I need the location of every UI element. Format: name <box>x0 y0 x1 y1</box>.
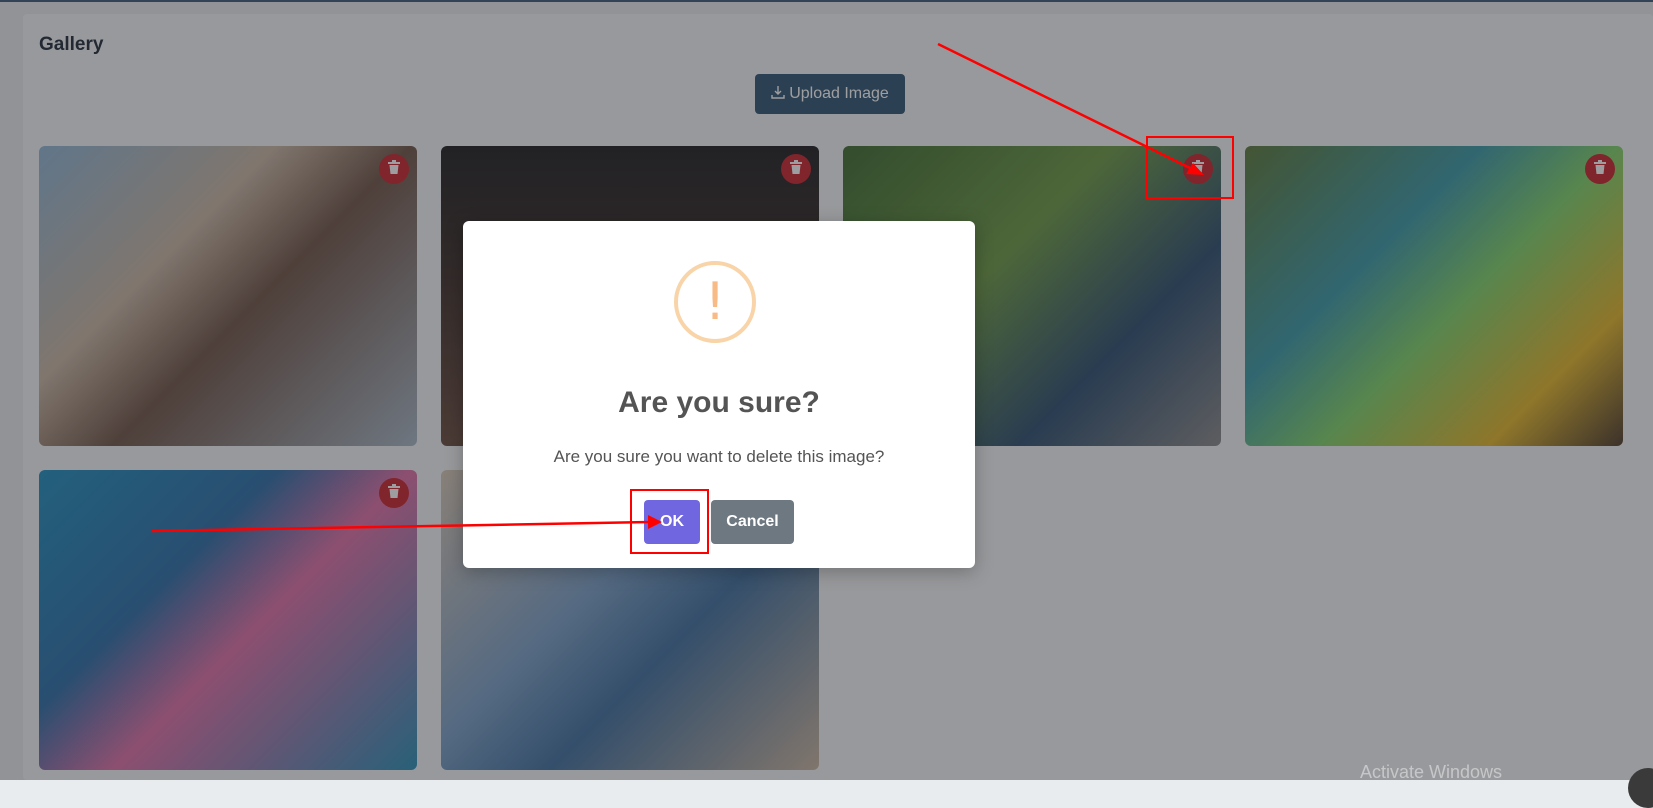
annotation-arrowhead-delete <box>1186 163 1204 175</box>
annotation-arrowhead-ok <box>648 515 662 529</box>
annotation-arrow-to-delete <box>938 44 1196 171</box>
annotation-arrows <box>0 0 1653 780</box>
annotation-arrow-to-ok <box>152 522 652 531</box>
